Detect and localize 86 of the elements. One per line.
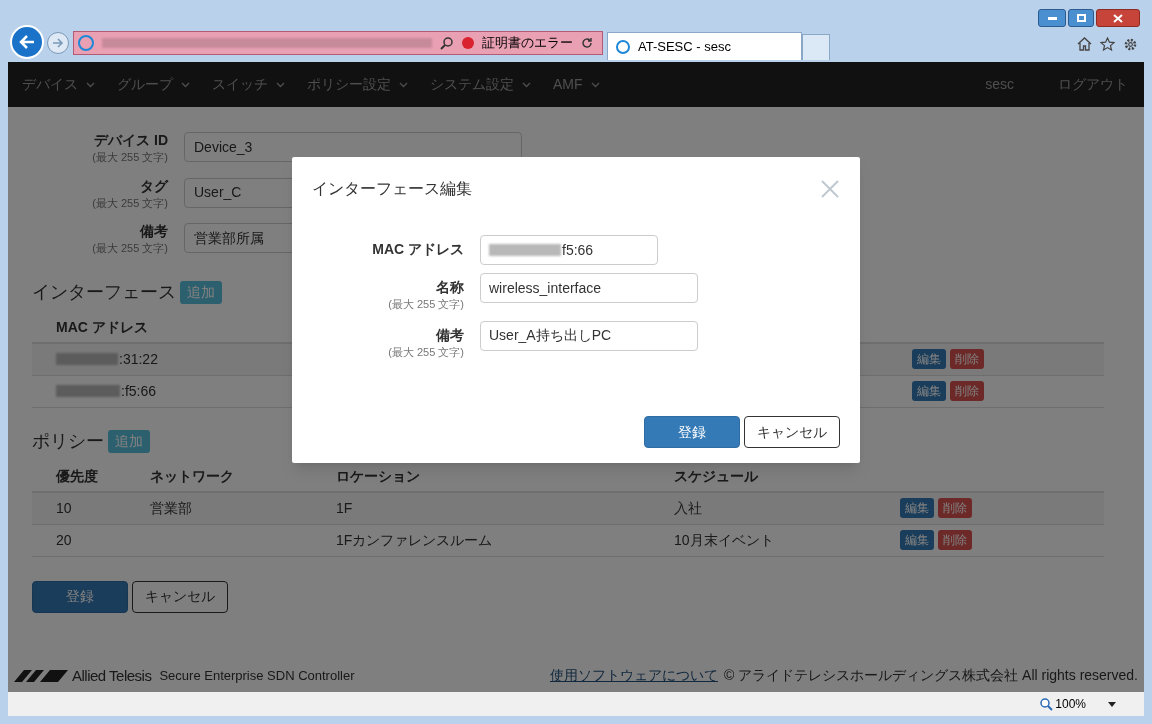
star-icon[interactable] xyxy=(1100,37,1115,51)
cancel-button[interactable]: キャンセル xyxy=(744,416,840,448)
nav-menu[interactable]: ポリシー設定 xyxy=(307,74,408,95)
field-label: タグ xyxy=(140,177,168,195)
input-field[interactable]: wireless_interface xyxy=(480,273,698,303)
add-button[interactable]: 追加 xyxy=(108,429,150,453)
field-hint: (最大 255 文字) xyxy=(92,150,168,165)
copyright-text: © アライドテレシスホールディングス株式会社 All rights reserved. xyxy=(723,666,1138,686)
redacted-text xyxy=(56,385,120,397)
table-cell-text: :31:22 xyxy=(119,349,158,369)
zoom-level[interactable]: 100% xyxy=(1055,695,1086,713)
section-title: インターフェース xyxy=(32,280,176,304)
close-icon xyxy=(1113,13,1123,23)
chevron-down-icon xyxy=(590,81,600,88)
field-hint: (最大 255 文字) xyxy=(388,297,464,312)
maximize-button[interactable] xyxy=(1068,9,1094,27)
table-cell-text: 10月末イベント xyxy=(674,530,775,550)
cancel-button[interactable]: キャンセル xyxy=(132,580,228,613)
input-field[interactable]: f5:66 xyxy=(480,235,658,265)
arrow-left-icon xyxy=(19,35,35,49)
field-hint: (最大 255 文字) xyxy=(92,241,168,256)
nav-menu[interactable]: システム設定 xyxy=(430,74,531,95)
address-bar[interactable]: 証明書のエラー xyxy=(73,31,603,55)
submit-button[interactable]: 登録 xyxy=(32,580,128,613)
user-name: sesc xyxy=(985,75,1014,94)
table-cell-text: :f5:66 xyxy=(121,381,157,401)
brand-logo-icon xyxy=(14,668,70,683)
browser-tab[interactable]: AT-SESC - sesc xyxy=(607,32,802,60)
delete-button[interactable]: 削除 xyxy=(938,498,972,518)
field-hint: (最大 255 文字) xyxy=(388,344,464,360)
chevron-down-icon xyxy=(181,81,190,88)
section-title: ポリシー xyxy=(32,429,104,453)
edit-button[interactable]: 編集 xyxy=(912,349,946,369)
minimize-button[interactable] xyxy=(1038,9,1066,27)
cert-error-icon xyxy=(462,37,474,49)
field-label: デバイス ID xyxy=(94,132,168,149)
nav-menu[interactable]: グループ xyxy=(117,74,190,95)
field-hint: (最大 255 文字) xyxy=(92,195,168,211)
table-cell-text: 1F xyxy=(336,498,354,518)
back-button[interactable] xyxy=(10,25,44,59)
edit-button[interactable]: 編集 xyxy=(912,381,946,401)
input-field[interactable]: User_A持ち出しPC xyxy=(480,320,698,351)
product-name: Secure Enterprise SDN Controller xyxy=(159,667,355,685)
field-label: 名称 xyxy=(436,279,464,296)
redacted-text xyxy=(56,353,118,365)
tab-title: AT-SESC - sesc xyxy=(638,37,731,56)
column-header: スケジュール xyxy=(674,467,759,486)
nav-menu[interactable]: AMF xyxy=(553,74,600,95)
edit-button[interactable]: 編集 xyxy=(900,498,934,518)
redacted-text xyxy=(489,244,561,256)
cert-error-label[interactable]: 証明書のエラー xyxy=(482,33,573,53)
table-cell-text: 1Fカンファレンスルーム xyxy=(336,530,494,550)
table-cell-text: 20 xyxy=(55,530,73,550)
chevron-down-icon xyxy=(276,81,285,88)
add-button[interactable]: 追加 xyxy=(180,280,222,304)
column-header: ロケーション xyxy=(336,467,421,486)
search-icon xyxy=(440,36,454,50)
column-header: MAC アドレス xyxy=(55,318,149,337)
caret-icon[interactable] xyxy=(1108,701,1116,707)
arrow-right-icon xyxy=(52,38,64,48)
chevron-down-icon xyxy=(522,81,531,88)
field-label: 備考 xyxy=(436,326,464,344)
delete-button[interactable]: 削除 xyxy=(938,530,972,550)
software-info-link[interactable]: 使用ソフトウェアについて xyxy=(549,665,718,687)
refresh-icon xyxy=(581,37,593,49)
field-label: MAC アドレス xyxy=(372,241,464,258)
nav-menu[interactable]: デバイス xyxy=(22,74,95,95)
column-header: 優先度 xyxy=(55,467,99,486)
zoom-icon xyxy=(1040,697,1054,711)
delete-button[interactable]: 削除 xyxy=(950,381,984,401)
table-cell-text: 入社 xyxy=(674,498,703,518)
field-label: 備考 xyxy=(140,223,168,240)
modal-title: インターフェース編集 xyxy=(312,179,472,199)
delete-button[interactable]: 削除 xyxy=(950,349,984,369)
table-cell-text: 営業部 xyxy=(150,498,193,518)
home-icon[interactable] xyxy=(1077,37,1092,51)
table-cell-text: 10 xyxy=(55,498,73,518)
nav-menu[interactable]: スイッチ xyxy=(212,74,285,95)
edit-button[interactable]: 編集 xyxy=(900,530,934,550)
chevron-down-icon xyxy=(399,81,408,88)
submit-button[interactable]: 登録 xyxy=(644,416,740,448)
brand-name: Allied Telesis xyxy=(72,665,152,686)
column-header: ネットワーク xyxy=(150,467,235,486)
close-button[interactable] xyxy=(1096,9,1140,27)
chevron-down-icon xyxy=(86,81,95,88)
settings-icon[interactable] xyxy=(1123,37,1138,52)
